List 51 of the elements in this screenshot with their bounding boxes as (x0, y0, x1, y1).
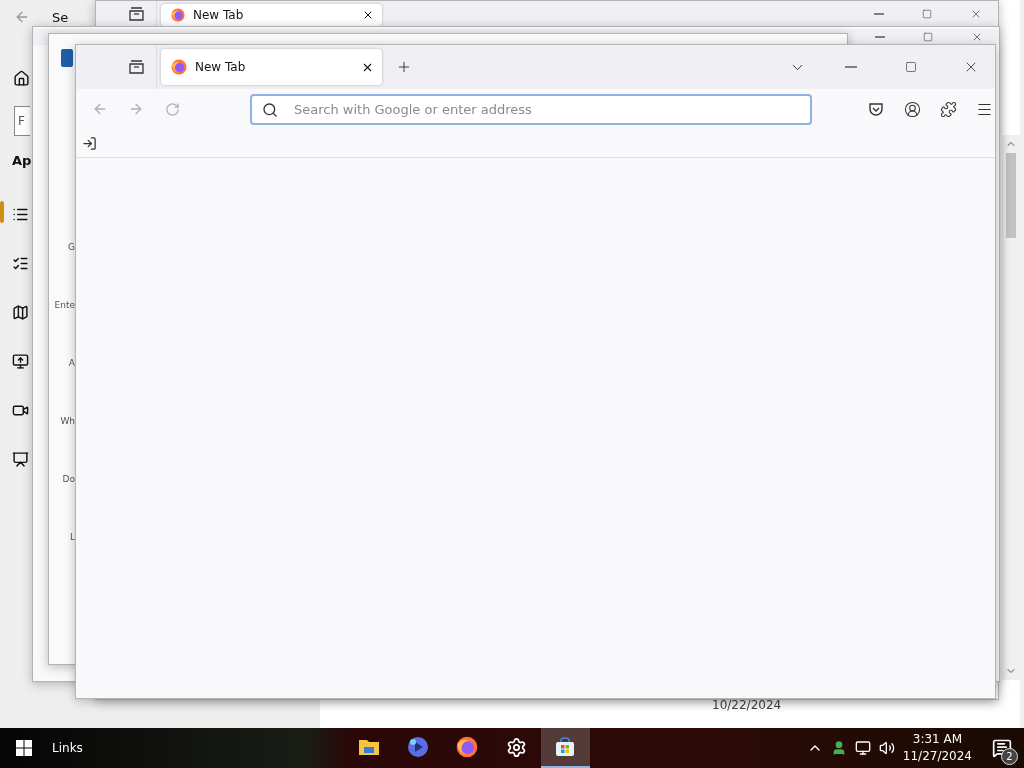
maximize-icon[interactable] (922, 9, 932, 19)
network-icon[interactable] (854, 740, 871, 756)
maximize-icon (905, 61, 917, 73)
links-toolbar[interactable]: Links (52, 741, 83, 755)
close-icon[interactable] (362, 9, 374, 21)
home-icon[interactable] (13, 70, 30, 87)
import-icon[interactable] (82, 135, 97, 151)
scrollbar[interactable] (1002, 135, 1020, 680)
new-tab-icon[interactable] (396, 59, 412, 75)
browser-tab[interactable]: New Tab (161, 49, 382, 85)
swirl-logo-icon (407, 736, 430, 758)
account-icon[interactable] (903, 100, 921, 118)
label-text: L (70, 532, 75, 542)
volume-icon[interactable] (878, 740, 895, 756)
date-text: 10/22/2024 (712, 698, 782, 712)
browser-logo-icon (171, 8, 185, 22)
pocket-icon[interactable] (868, 101, 884, 117)
windows-logo-icon (16, 740, 32, 756)
search-icon (262, 101, 278, 118)
notification-badge: 2 (1001, 748, 1018, 765)
label-text: Ente (54, 300, 75, 310)
shopping-bag-icon (554, 736, 577, 758)
search-field[interactable]: F (14, 106, 30, 136)
section-heading: Ap (12, 153, 33, 168)
extensions-icon[interactable] (939, 100, 957, 118)
address-bar[interactable]: Search with Google or enter address (250, 93, 812, 125)
browser-tab[interactable]: New Tab (161, 4, 382, 26)
label-text: Wh (60, 416, 75, 426)
tab-list-icon[interactable] (127, 6, 145, 22)
app-logo-icon (61, 49, 73, 67)
window-title: Se (52, 9, 69, 25)
checklist-icon (12, 255, 29, 272)
settings-icon (505, 736, 527, 758)
label-text: G (68, 242, 75, 252)
label-text: A (68, 358, 75, 368)
list-icon (12, 206, 29, 223)
scrollbar-thumb[interactable] (1006, 153, 1016, 238)
map-icon (12, 304, 29, 321)
label-text: Do (62, 474, 75, 484)
screen-upload-icon (12, 353, 29, 370)
presentation-icon (12, 451, 29, 468)
browser-logo-icon (171, 59, 187, 75)
browser-logo-icon (456, 736, 479, 758)
taskbar-app[interactable] (540, 728, 590, 768)
minimize-icon (845, 66, 857, 68)
notification-button[interactable]: 2 (980, 728, 1024, 768)
maximize-icon[interactable] (923, 32, 933, 42)
tab-list-icon[interactable] (127, 59, 145, 75)
notification-icon (992, 738, 1012, 758)
clock[interactable]: 3:31 AM 11/27/2024 (902, 731, 972, 765)
folder-icon (358, 737, 381, 757)
